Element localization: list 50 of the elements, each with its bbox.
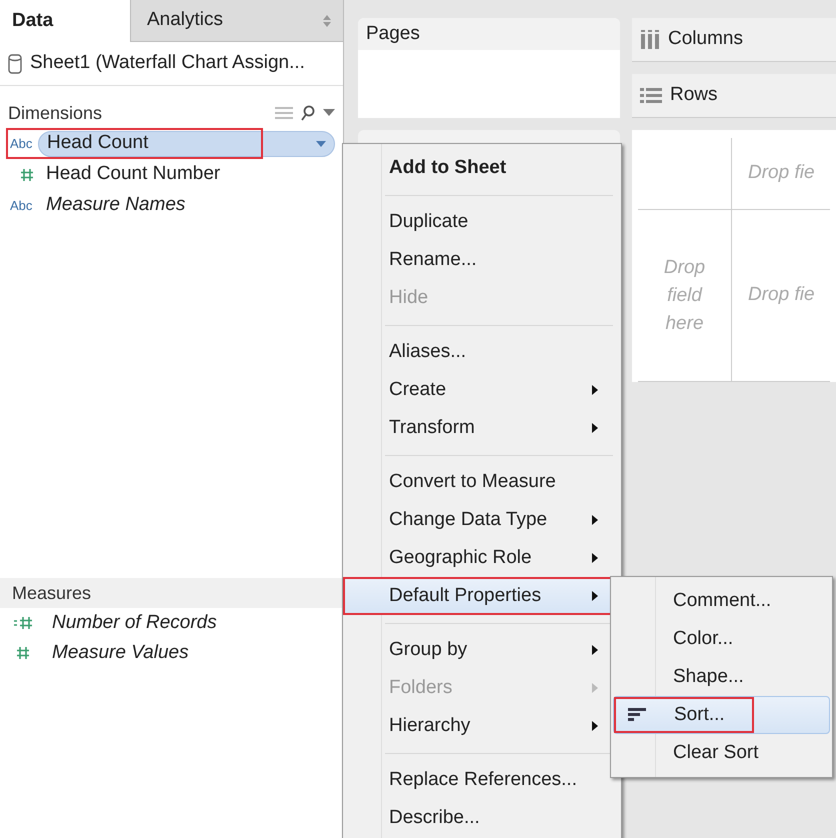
number-type-icon bbox=[20, 168, 34, 182]
submenu-arrow-icon bbox=[591, 644, 599, 656]
submenu-arrow-icon bbox=[591, 422, 599, 434]
submenu-arrow-icon bbox=[591, 514, 599, 526]
submenu-arrow-icon bbox=[591, 720, 599, 732]
rows-shelf[interactable]: Rows bbox=[632, 74, 836, 118]
columns-icon bbox=[640, 30, 660, 50]
data-type-label: Abc bbox=[10, 198, 32, 212]
drop-zone-hint: Drop field here bbox=[664, 256, 706, 336]
data-source-name[interactable]: Sheet1 (Waterfall Chart Assign... bbox=[30, 49, 305, 78]
submenu-arrow-icon bbox=[591, 384, 599, 396]
grid-view-icon[interactable] bbox=[275, 107, 293, 119]
submenu-arrow-icon bbox=[591, 682, 599, 694]
database-icon bbox=[8, 54, 22, 74]
menu-item[interactable]: Create bbox=[343, 371, 621, 409]
menu-item[interactable]: Change Data Type bbox=[343, 501, 621, 539]
sort-icon bbox=[628, 708, 646, 722]
menu-item[interactable]: Aliases... bbox=[343, 333, 621, 371]
columns-shelf[interactable]: Columns bbox=[632, 18, 836, 62]
calculated-number-icon bbox=[13, 616, 33, 630]
submenu-arrow-icon bbox=[591, 590, 599, 602]
menu-item[interactable]: Geographic Role bbox=[343, 539, 621, 577]
search-icon[interactable] bbox=[301, 105, 315, 121]
field-name[interactable]: Number of Records bbox=[52, 608, 217, 638]
menu-item[interactable]: Rename... bbox=[343, 241, 621, 279]
field-name[interactable]: Measure Values bbox=[52, 638, 189, 668]
data-type-label: Abc bbox=[10, 136, 32, 150]
menu-item[interactable]: Duplicate bbox=[343, 203, 621, 241]
menu-item[interactable]: Convert to Measure bbox=[343, 463, 621, 501]
rows-icon bbox=[640, 86, 662, 106]
shelf-title: Pages bbox=[358, 18, 620, 50]
section-title: Dimensions bbox=[8, 102, 102, 124]
menu-item[interactable]: Describe... bbox=[343, 799, 621, 837]
menu-item[interactable]: Sort... bbox=[613, 696, 830, 734]
drop-zone-hint: Drop fie bbox=[748, 161, 815, 186]
menu-item[interactable]: Add to Sheet bbox=[343, 149, 621, 187]
shelf-title: Rows bbox=[670, 83, 718, 108]
field-pill[interactable]: Measure Names bbox=[38, 192, 335, 218]
pane-tab[interactable]: Analytics bbox=[130, 0, 343, 42]
dropdown-caret-icon[interactable] bbox=[323, 109, 335, 117]
field-pill[interactable]: Head Count Number bbox=[38, 162, 335, 188]
dropdown-caret-icon[interactable] bbox=[316, 140, 326, 146]
submenu-arrow-icon bbox=[591, 552, 599, 564]
field-pill[interactable]: Head Count bbox=[38, 130, 335, 156]
sort-arrows-icon bbox=[323, 14, 331, 26]
section-title: Measures bbox=[0, 578, 343, 608]
menu-item[interactable]: Transform bbox=[343, 409, 621, 447]
number-type-icon bbox=[16, 646, 30, 660]
shelf-title: Columns bbox=[668, 27, 743, 52]
drop-zone-hint: Drop fie bbox=[748, 283, 815, 308]
